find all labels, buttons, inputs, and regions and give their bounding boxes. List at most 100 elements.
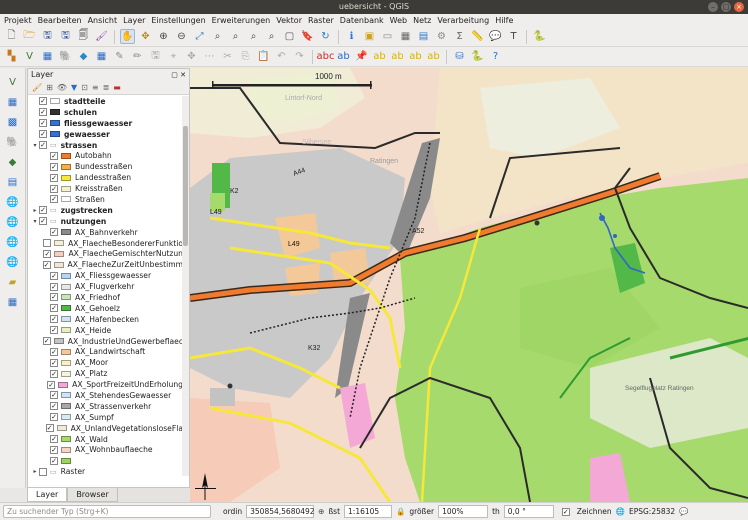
new-map-view-icon[interactable]: ▢ <box>282 29 297 44</box>
layer-visibility-checkbox[interactable]: ✓ <box>50 456 58 465</box>
layer-tree-row[interactable]: ✓ AX_Wald <box>28 434 183 445</box>
remove-layer-icon[interactable]: ▬ <box>113 83 121 92</box>
close-button[interactable]: × <box>734 2 744 12</box>
crs-icon[interactable]: 🌐 <box>616 507 625 516</box>
python-console-icon[interactable]: 🐍 <box>532 29 547 44</box>
spatialite-layer-icon[interactable]: ◆ <box>5 154 21 170</box>
statistics-icon[interactable]: Σ <box>452 29 467 44</box>
layer-visibility-checkbox[interactable]: ✓ <box>39 130 47 139</box>
layer-visibility-checkbox[interactable]: ✓ <box>50 391 58 400</box>
maximize-button[interactable]: □ <box>721 2 731 12</box>
database-manager-icon[interactable]: ⛁ <box>452 49 467 64</box>
zoom-full-icon[interactable]: ⤢ <box>192 29 207 44</box>
field-calculator-icon[interactable]: ▤ <box>416 29 431 44</box>
layer-visibility-checkbox[interactable]: ✓ <box>45 424 54 433</box>
layer-visibility-checkbox[interactable]: ✓ <box>50 445 58 454</box>
layer-tree-row[interactable]: ✓ Bundesstraßen <box>28 161 183 172</box>
rotate-label-icon[interactable]: ab <box>408 49 423 64</box>
layer-visibility-checkbox[interactable]: ✓ <box>42 337 51 346</box>
digitize-icon[interactable]: ⌖ <box>166 49 181 64</box>
change-label-icon[interactable]: ab <box>426 49 441 64</box>
layer-tree-row[interactable]: ✓ AX_Heide <box>28 325 183 336</box>
add-spatialite-icon[interactable]: ◆ <box>76 49 91 64</box>
layer-tree-row[interactable]: ✓ AX_Hafenbecken <box>28 314 183 325</box>
style-manager-icon[interactable]: 🖌 <box>94 29 109 44</box>
wms-layer-icon[interactable]: 🌐 <box>5 194 21 210</box>
zoom-in-icon[interactable]: ⊕ <box>156 29 171 44</box>
locator-search-input[interactable]: Zu suchender Typ (Strg+K) <box>3 505 211 518</box>
panel-float-close-icon[interactable]: ▢ ✕ <box>171 69 186 81</box>
menu-raster[interactable]: Raster <box>308 16 334 25</box>
save-as-icon[interactable]: 🖫 <box>58 29 73 44</box>
rotation-field[interactable]: 0,0 ° <box>503 505 554 518</box>
layer-tree-scrollbar[interactable] <box>182 96 189 476</box>
minimize-button[interactable]: – <box>708 2 718 12</box>
layer-tree-row[interactable]: ✓ AX_Gehoelz <box>28 303 183 314</box>
deselect-icon[interactable]: ▭ <box>380 29 395 44</box>
layer-tree-row[interactable]: ✓ Autobahn <box>28 150 183 161</box>
expand-toggle-icon[interactable]: ▾ <box>31 218 39 225</box>
move-feature-icon[interactable]: ✥ <box>184 49 199 64</box>
layer-visibility-checkbox[interactable]: ✓ <box>50 369 58 378</box>
save-project-icon[interactable]: 🖫 <box>40 29 55 44</box>
layer-tree-row[interactable]: ✓ AX_Sumpf <box>28 412 183 423</box>
layer-tree-row[interactable]: ✓ AX_Fliessgewaesser <box>28 270 183 281</box>
layer-visibility-checkbox[interactable] <box>39 467 47 476</box>
menu-verarbeitung[interactable]: Verarbeitung <box>437 16 489 25</box>
menu-ansicht[interactable]: Ansicht <box>88 16 118 25</box>
attribute-table-icon[interactable]: ▦ <box>398 29 413 44</box>
print-layout-icon[interactable]: 🗐 <box>76 29 91 44</box>
layer-tree-row[interactable]: ▾ ✓ ▭ nutzungen <box>28 216 183 227</box>
layer-visibility-checkbox[interactable]: ✓ <box>50 402 58 411</box>
layer-visibility-checkbox[interactable]: ✓ <box>39 108 47 117</box>
layer-visibility-checkbox[interactable]: ✓ <box>50 326 58 335</box>
layer-visibility-checkbox[interactable]: ✓ <box>50 293 58 302</box>
layer-visibility-checkbox[interactable]: ✓ <box>50 347 58 356</box>
map-canvas[interactable]: 1000 m Lintorf-Nord L49 L49 A44 A52 K2 K… <box>190 68 748 502</box>
layer-tree-row[interactable]: AX_FlaecheBesondererFunktio <box>28 238 183 249</box>
add-raster-layer-icon[interactable]: ▦ <box>40 49 55 64</box>
menu-einstellungen[interactable]: Einstellungen <box>151 16 205 25</box>
layer-tree-row[interactable]: ✓ AX_Wohnbauflaeche <box>28 445 183 456</box>
add-group-icon[interactable]: ⊞ <box>46 83 53 92</box>
filter-map-icon[interactable]: ⊡ <box>81 83 88 92</box>
virtual-layer-icon[interactable]: ▤ <box>5 174 21 190</box>
tab-layer[interactable]: Layer <box>27 488 68 502</box>
messages-icon[interactable]: 💬 <box>679 507 688 516</box>
crs-label[interactable]: EPSG:25832 <box>629 507 675 516</box>
pan-to-selection-icon[interactable]: ✥ <box>138 29 153 44</box>
menu-web[interactable]: Web <box>390 16 407 25</box>
vector-layer-icon[interactable]: V <box>5 74 21 90</box>
layer-tree-row[interactable]: ✓ fliessgewaesser <box>28 118 183 129</box>
layer-tree-row[interactable]: ✓ gewaesser <box>28 129 183 140</box>
select-features-icon[interactable]: ▣ <box>362 29 377 44</box>
layer-tree-row[interactable]: ✓ AX_FlaecheGemischterNutzun <box>28 248 183 259</box>
scale-field[interactable]: 1:16105 <box>344 505 393 518</box>
toggle-extent-icon[interactable]: ⊕ <box>318 507 324 516</box>
layer-tree-row[interactable]: ✓ AX_UnlandVegetationsloseFla <box>28 423 183 434</box>
expand-all-icon[interactable]: ≡ <box>92 83 99 92</box>
layer-visibility-checkbox[interactable] <box>43 239 52 248</box>
layer-visibility-checkbox[interactable]: ✓ <box>39 97 47 106</box>
layer-visibility-checkbox[interactable]: ✓ <box>50 195 58 204</box>
layer-tree-row[interactable]: ✓ AX_Platz <box>28 368 183 379</box>
raster-layer-icon[interactable]: ▦ <box>5 94 21 110</box>
layer-visibility-checkbox[interactable]: ✓ <box>50 413 58 422</box>
mesh-layer-icon[interactable]: ▩ <box>5 114 21 130</box>
layer-visibility-checkbox[interactable]: ✓ <box>43 249 52 258</box>
layer-visibility-checkbox[interactable]: ✓ <box>50 282 58 291</box>
copy-features-icon[interactable]: ⎘ <box>238 49 253 64</box>
filter-icon[interactable]: ▼ <box>71 83 77 92</box>
tab-browser[interactable]: Browser <box>67 488 118 502</box>
menu-projekt[interactable]: Projekt <box>4 16 32 25</box>
pin-label-icon[interactable]: 📌 <box>354 49 369 64</box>
label-tool-icon[interactable]: abc <box>317 49 335 64</box>
layer-visibility-checkbox[interactable]: ✓ <box>50 162 58 171</box>
add-vector-layer-icon[interactable]: V <box>22 49 37 64</box>
layer-tree-row[interactable]: ✓ AX_StehendesGewaesser <box>28 390 183 401</box>
data-source-manager-icon[interactable]: ▚ <box>4 49 19 64</box>
menu-bearbeiten[interactable]: Bearbeiten <box>38 16 82 25</box>
vertex-tool-icon[interactable]: ⋯ <box>202 49 217 64</box>
layer-tree-row[interactable]: ✓ AX_Bahnverkehr <box>28 227 183 238</box>
bookmark-icon[interactable]: 🔖 <box>300 29 315 44</box>
